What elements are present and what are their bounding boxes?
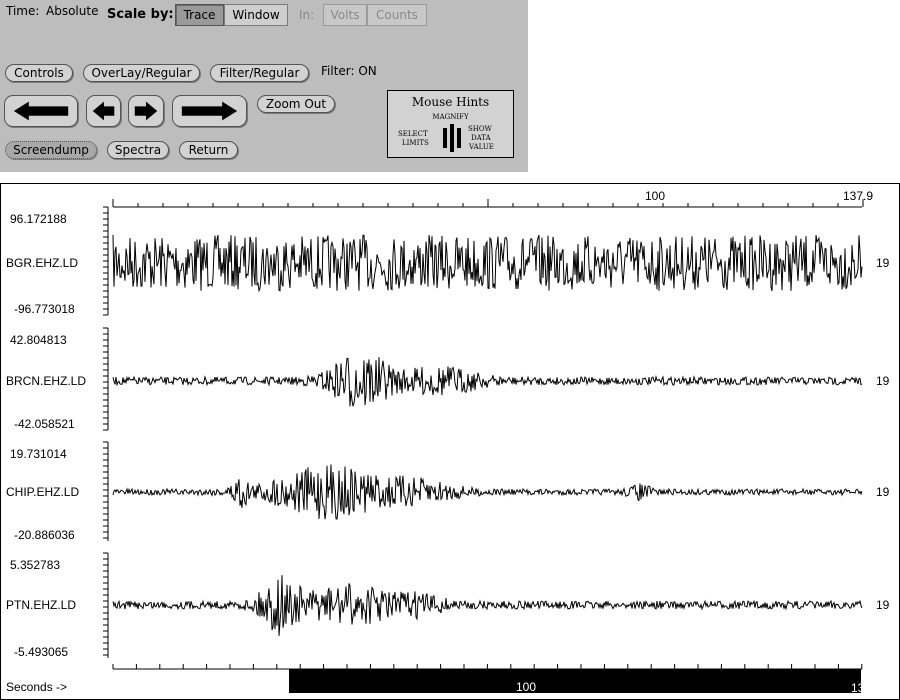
- time-label: Time:: [6, 4, 40, 18]
- scale-by-label: Scale by:: [107, 7, 174, 22]
- control-panel: Time: Absolute Scale by: Trace Window In…: [0, 0, 528, 172]
- trace-ymin-label: -42.058521: [14, 417, 75, 431]
- trace-ymax-label: 5.352783: [10, 558, 60, 572]
- trace-name-label: CHIP.EHZ.LD: [6, 485, 79, 499]
- arrow-left-large-icon: [13, 101, 69, 121]
- hint-limits: LIMITS: [402, 139, 429, 147]
- filter-regular-button[interactable]: Filter/Regular: [210, 64, 309, 82]
- seismogram-plot[interactable]: 100 137.9 96.172188 BGR.EHZ.LD -96.773018 1…: [0, 183, 900, 700]
- trace-ymax-label: 19.731014: [10, 447, 67, 461]
- bottom-axis-label-100: 100: [516, 680, 536, 694]
- time-window-bar[interactable]: [289, 669, 861, 693]
- top-axis-label-100: 100: [645, 189, 665, 203]
- zoom-out-button[interactable]: Zoom Out: [257, 95, 335, 113]
- hint-select: SELECT: [398, 130, 428, 138]
- top-axis-label-137-9: 137.9: [843, 189, 873, 203]
- arrow-left-icon: [92, 101, 115, 121]
- trace-name-label: PTN.EHZ.LD: [6, 598, 76, 612]
- hint-value: VALUE: [469, 143, 494, 151]
- units-volts-option[interactable]: Volts: [323, 4, 367, 26]
- controls-button[interactable]: Controls: [5, 64, 73, 82]
- filter-status: Filter: ON: [321, 64, 377, 78]
- hint-data: DATA: [471, 134, 491, 142]
- spectra-button[interactable]: Spectra: [107, 141, 169, 159]
- trace-name-label: BRCN.EHZ.LD: [6, 374, 86, 388]
- units-counts-option[interactable]: Counts: [367, 4, 427, 26]
- trace-ymin-label: -20.886036: [14, 528, 75, 542]
- scroll-right-button[interactable]: [128, 95, 164, 127]
- scroll-left-button[interactable]: [86, 95, 121, 127]
- trace-name-label: BGR.EHZ.LD: [6, 256, 78, 270]
- trace-right-label: 19: [876, 485, 890, 499]
- hint-show: SHOW: [468, 125, 492, 133]
- arrow-right-icon: [134, 101, 158, 121]
- return-button[interactable]: Return: [179, 141, 238, 159]
- trace-ymin-label: -96.773018: [14, 302, 75, 316]
- screendump-button[interactable]: Screendump: [5, 141, 97, 159]
- trace-right-label: 19: [876, 598, 890, 612]
- trace-ymax-label: 96.172188: [10, 212, 67, 226]
- overlay-regular-button[interactable]: OverLay/Regular: [83, 64, 200, 82]
- units-label: In:: [299, 8, 315, 22]
- seconds-axis-title: Seconds ->: [6, 680, 67, 694]
- trace-right-label: 19: [876, 374, 890, 388]
- time-value[interactable]: Absolute: [46, 4, 98, 18]
- mouse-hints-box: Mouse Hints MAGNIFY SELECT LIMITS SHOW D…: [387, 90, 514, 158]
- hint-magnify: MAGNIFY: [432, 113, 469, 121]
- arrow-right-large-icon: [181, 101, 238, 121]
- trace-ymax-label: 42.804813: [10, 333, 67, 347]
- trace-ymin-label: -5.493065: [14, 645, 68, 659]
- scale-trace-option[interactable]: Trace: [175, 4, 224, 26]
- scroll-right-far-button[interactable]: [172, 95, 247, 127]
- mouse-hints-title: Mouse Hints: [411, 95, 490, 109]
- scale-window-option[interactable]: Window: [224, 4, 288, 26]
- bottom-axis-label-131: 131: [851, 681, 871, 695]
- trace-right-label: 19: [876, 256, 890, 270]
- plot-frame: [0, 183, 900, 700]
- scroll-left-far-button[interactable]: [4, 95, 78, 127]
